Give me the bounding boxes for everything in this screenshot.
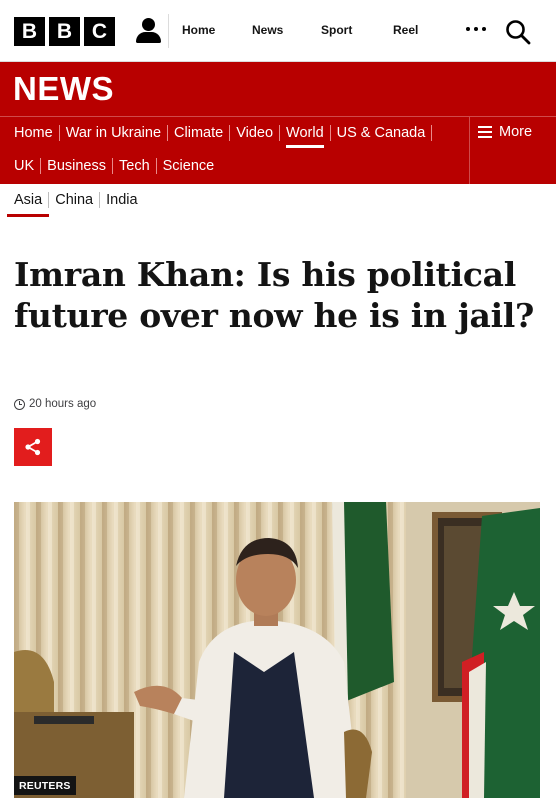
clock-icon xyxy=(14,398,25,410)
nav-item-video[interactable]: Video xyxy=(236,125,273,141)
logo-letter-b2: B xyxy=(49,17,80,46)
header-divider xyxy=(168,14,169,48)
nav-item-tech[interactable]: Tech xyxy=(119,158,150,174)
timestamp-text: 20 hours ago xyxy=(29,398,97,410)
section-banner: NEWS xyxy=(0,62,556,116)
nav-item-science[interactable]: Science xyxy=(163,158,215,174)
more-label: More xyxy=(499,124,533,140)
logo-letter-b1: B xyxy=(14,17,45,46)
share-icon xyxy=(25,438,41,456)
nav-item-business[interactable]: Business xyxy=(47,158,106,174)
search-icon[interactable] xyxy=(505,19,531,45)
top-nav-sport[interactable]: Sport xyxy=(321,23,352,37)
sub-nav: Asia China India xyxy=(0,184,556,222)
top-nav-home[interactable]: Home xyxy=(182,23,215,37)
article-timestamp: 20 hours ago xyxy=(14,398,96,410)
subnav-item-india[interactable]: India xyxy=(106,192,137,208)
image-credit: REUTERS xyxy=(14,776,76,795)
top-nav-news[interactable]: News xyxy=(252,23,283,37)
subnav-item-china[interactable]: China xyxy=(55,192,93,208)
nav-item-us-canada[interactable]: US & Canada xyxy=(337,125,426,141)
main-nav-row-1: Home War in Ukraine Climate Video World … xyxy=(14,125,438,148)
nav-item-war-in-ukraine[interactable]: War in Ukraine xyxy=(66,125,161,141)
global-header: B B C Home News Sport Reel xyxy=(0,0,556,62)
nav-item-uk[interactable]: UK xyxy=(14,158,34,174)
top-nav-reel[interactable]: Reel xyxy=(393,23,418,37)
main-nav: Home War in Ukraine Climate Video World … xyxy=(0,116,556,184)
bbc-logo[interactable]: B B C xyxy=(14,17,115,46)
more-menu-button[interactable]: More xyxy=(469,117,556,184)
section-title[interactable]: NEWS xyxy=(13,70,114,108)
nav-item-climate[interactable]: Climate xyxy=(174,125,223,141)
logo-letter-c: C xyxy=(84,17,115,46)
article-image xyxy=(14,502,540,798)
account-icon[interactable] xyxy=(136,18,161,44)
main-nav-row-2: UK Business Tech Science xyxy=(14,158,214,174)
menu-icon xyxy=(478,126,492,138)
nav-item-world[interactable]: World xyxy=(286,125,324,148)
more-dots-icon[interactable] xyxy=(466,27,486,31)
article-headline: Imran Khan: Is his political future over… xyxy=(14,255,535,335)
share-button[interactable] xyxy=(14,428,52,466)
subnav-item-asia[interactable]: Asia xyxy=(6,192,50,217)
nav-item-home[interactable]: Home xyxy=(14,125,53,141)
